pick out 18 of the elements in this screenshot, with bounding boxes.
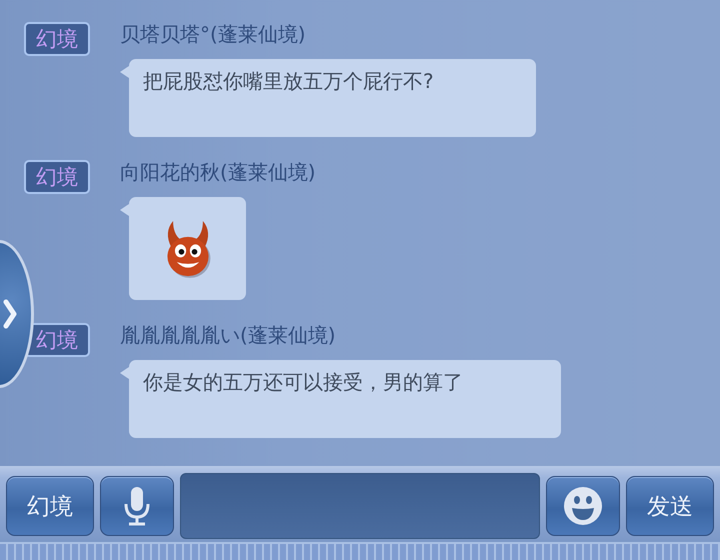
channel-badge: 幻境 bbox=[24, 22, 90, 56]
sender-name: 贝塔贝塔°(蓬莱仙境) bbox=[120, 21, 307, 47]
bubble-tail bbox=[120, 66, 129, 78]
message-text: 把屁股怼你嘴里放五万个屁行不? bbox=[143, 68, 435, 95]
channel-button[interactable]: 幻境 bbox=[6, 476, 94, 536]
message-input-field[interactable] bbox=[180, 473, 540, 539]
chevron-icon bbox=[3, 299, 17, 329]
sender-name: 向阳花的秋(蓬莱仙境) bbox=[120, 159, 316, 185]
send-button[interactable]: 发送 bbox=[626, 476, 714, 536]
sender-name: 胤胤胤胤胤い(蓬莱仙境) bbox=[120, 322, 337, 348]
channel-badge: 幻境 bbox=[24, 160, 90, 194]
emoji-button[interactable] bbox=[546, 476, 620, 536]
microphone-icon bbox=[122, 486, 152, 526]
bubble-tail bbox=[120, 204, 129, 216]
bubble-tail bbox=[120, 367, 129, 379]
smiley-icon bbox=[563, 486, 603, 526]
voice-button[interactable] bbox=[100, 476, 174, 536]
message-text: 你是女的五万还可以接受，男的算了 bbox=[143, 369, 464, 396]
